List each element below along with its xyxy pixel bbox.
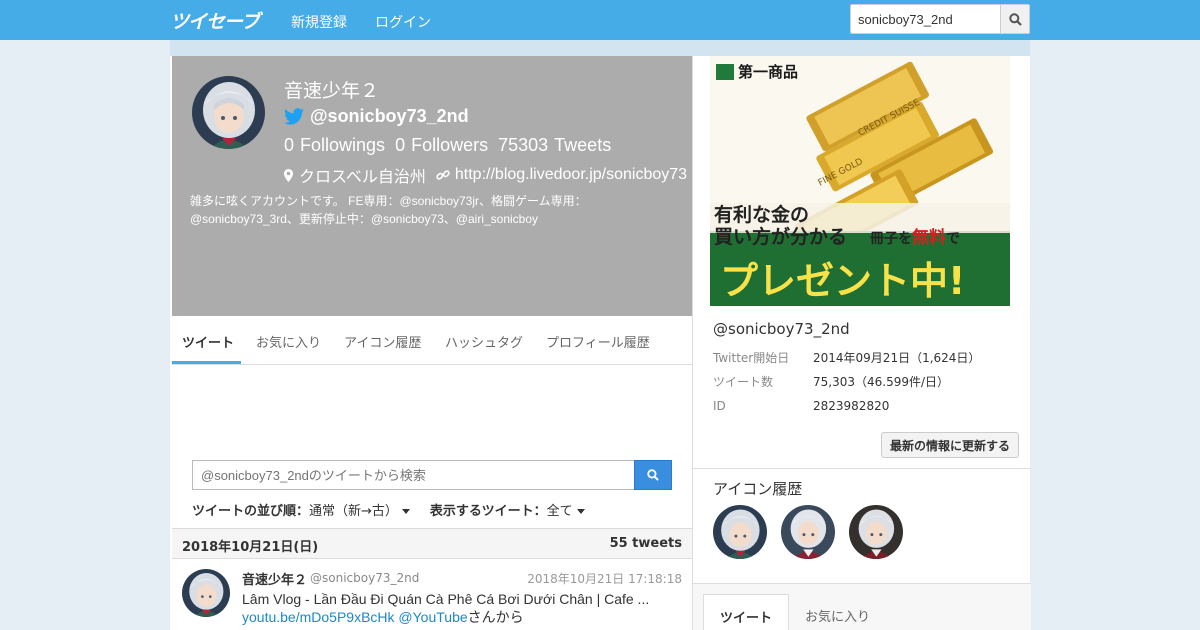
icon-history-item[interactable] xyxy=(849,505,903,559)
sort-controls: ツイートの並び順：通常（新→古） 表示するツイート：全て xyxy=(192,500,585,519)
tweets-label: Tweets xyxy=(554,135,612,155)
tweet-author-handle[interactable]: @sonicboy73_2nd xyxy=(310,571,419,585)
followings-label: Followings xyxy=(300,135,386,155)
tweet-search-button[interactable] xyxy=(634,460,672,490)
tab-tweets[interactable]: ツイート xyxy=(182,332,234,351)
sidebar-tab-favorites[interactable]: お気に入り xyxy=(789,594,886,630)
sidebar-tab-tweets[interactable]: ツイート xyxy=(703,594,790,630)
profile-handle-row: @sonicboy73_2nd xyxy=(284,106,469,127)
sidebar: 第一商品 CREDIT SUISSE FINE GOLD 有利な金の 買い方が分… xyxy=(692,56,1031,630)
link-icon xyxy=(436,170,450,180)
tweet-avatar[interactable] xyxy=(182,569,230,617)
date-header: 2018年10月21日(日) 55 tweets xyxy=(172,528,692,559)
ad-line-1: 有利な金の xyxy=(714,203,809,226)
tab-profile-history[interactable]: プロフィール履歴 xyxy=(546,332,650,351)
ad-line-3-a: 冊子を xyxy=(870,231,912,247)
site-logo[interactable]: ツイセーブ xyxy=(170,7,260,34)
header-strip xyxy=(170,40,1030,56)
update-info-button[interactable]: 最新の情報に更新する xyxy=(881,432,1019,458)
content-tabs: ツイート お気に入り アイコン履歴 ハッシュタグ プロフィール履歴 xyxy=(172,316,692,365)
show-filter-label: 表示するツイート： xyxy=(429,504,547,519)
profile-header: 音速少年２ @sonicboy73_2nd 0 Followings 0 Follo… xyxy=(172,56,692,316)
sort-order-label: ツイートの並び順： xyxy=(192,504,310,519)
tab-favorites[interactable]: お気に入り xyxy=(256,332,321,351)
info-key: Twitter開始日 xyxy=(713,351,790,365)
info-value: 2014年09月21日（1,624日） xyxy=(813,351,981,365)
sidebar-handle: @sonicboy73_2nd xyxy=(713,320,850,338)
stat-tweets[interactable]: 75303 Tweets xyxy=(498,135,611,156)
tab-icon-history[interactable]: アイコン履歴 xyxy=(344,332,421,351)
login-link[interactable]: ログイン xyxy=(375,12,431,32)
ad-brand: 第一商品 xyxy=(738,63,798,81)
info-key: ツイート数 xyxy=(713,375,774,389)
tweet-text-suffix: さんから xyxy=(467,609,524,625)
site-search-input[interactable] xyxy=(851,5,1001,33)
sort-order-value: 通常（新→古） xyxy=(309,504,398,519)
tweet-author-name[interactable]: 音速少年２ xyxy=(242,569,307,588)
advertisement-banner[interactable]: 第一商品 CREDIT SUISSE FINE GOLD 有利な金の 買い方が分… xyxy=(710,56,1010,306)
account-info: Twitter開始日 2014年09月21日（1,624日） ツイート数 75,30… xyxy=(713,346,980,418)
sort-order-dropdown[interactable]: ツイートの並び順：通常（新→古） xyxy=(192,500,410,519)
show-filter-dropdown[interactable]: 表示するツイート：全て xyxy=(430,500,585,519)
chevron-down-icon xyxy=(576,509,585,514)
search-icon xyxy=(647,469,659,481)
search-icon xyxy=(1008,12,1022,26)
date-label: 2018年10月21日(日) xyxy=(182,540,319,555)
sidebar-tabs: ツイート お気に入り xyxy=(693,584,1031,630)
tweet-count: 55 tweets xyxy=(609,536,682,551)
map-marker-icon xyxy=(284,168,293,182)
followers-label: Followers xyxy=(411,135,489,155)
tweet-text: Lâm Vlog - Lần Đầu Đi Quán Cà Phê Cá Bơi… xyxy=(242,590,682,626)
profile-name: 音速少年２ xyxy=(284,81,380,102)
info-row: ID 2823982820 xyxy=(713,394,980,418)
tweet-mention[interactable]: @YouTube xyxy=(398,609,467,625)
info-row: Twitter開始日 2014年09月21日（1,624日） xyxy=(713,346,980,370)
ad-line-4: プレゼント中! xyxy=(720,259,965,303)
info-value: 75,303（46.599件/日） xyxy=(813,375,950,389)
profile-bio: 雑多に呟くアカウントです。 FE専用：@sonicboy73jr、格闘ゲーム専用… xyxy=(190,194,587,226)
ad-line-3-em: 無料 xyxy=(912,227,946,248)
site-search-button[interactable] xyxy=(1000,5,1029,33)
profile-location: クロスベル自治州 xyxy=(299,169,426,186)
top-nav: ツイセーブ 新規登録 ログイン xyxy=(0,0,1200,40)
ad-line-3: 冊子を無料で xyxy=(870,227,960,248)
ad-line-2: 買い方が分かる xyxy=(714,225,847,248)
ad-line-3-end: で xyxy=(946,231,960,247)
show-filter-value: 全て xyxy=(546,504,573,519)
info-row: ツイート数 75,303（46.599件/日） xyxy=(713,370,980,394)
icon-history-list xyxy=(713,505,903,559)
profile-stats: 0 Followings 0 Followers 75303 Tweets xyxy=(284,135,611,156)
main-container: 音速少年２ @sonicboy73_2nd 0 Followings 0 Follo… xyxy=(170,56,1031,630)
tweet-link[interactable]: youtu.be/mDo5P9xBcHk xyxy=(242,609,395,625)
stat-followings[interactable]: 0 Followings xyxy=(284,135,385,156)
icon-history-item[interactable] xyxy=(781,505,835,559)
signup-link[interactable]: 新規登録 xyxy=(291,12,347,32)
chevron-down-icon xyxy=(401,509,410,514)
tweet-timestamp[interactable]: 2018年10月21日 17:18:18 xyxy=(527,570,682,587)
tweets-count: 75303 xyxy=(498,135,549,155)
tweet-search xyxy=(192,460,672,490)
active-tab-indicator xyxy=(172,361,241,364)
followers-count: 0 xyxy=(395,135,406,155)
tab-hashtags[interactable]: ハッシュタグ xyxy=(445,332,523,351)
stat-followers[interactable]: 0 Followers xyxy=(395,135,488,156)
icon-history-title: アイコン履歴 xyxy=(713,480,803,498)
profile-handle: @sonicboy73_2nd xyxy=(310,106,469,126)
tweet-item: 音速少年２ @sonicboy73_2nd 2018年10月21日 17:18:… xyxy=(172,559,692,630)
site-search xyxy=(850,4,1030,34)
tweet-search-input[interactable] xyxy=(192,460,635,490)
profile-meta-row: クロスベル自治州 http://blog.livedoor.jp/sonicbo… xyxy=(284,163,687,187)
profile-url[interactable]: http://blog.livedoor.jp/sonicboy73 xyxy=(455,166,687,184)
divider xyxy=(693,468,1031,469)
followings-count: 0 xyxy=(284,135,295,155)
icon-history-item[interactable] xyxy=(713,505,767,559)
profile-avatar[interactable] xyxy=(192,76,265,149)
tweet-text-body: Lâm Vlog - Lần Đầu Đi Quán Cà Phê Cá Bơi… xyxy=(242,591,650,607)
info-key: ID xyxy=(713,399,726,413)
info-value: 2823982820 xyxy=(813,399,890,413)
twitter-bird-icon xyxy=(284,108,304,125)
